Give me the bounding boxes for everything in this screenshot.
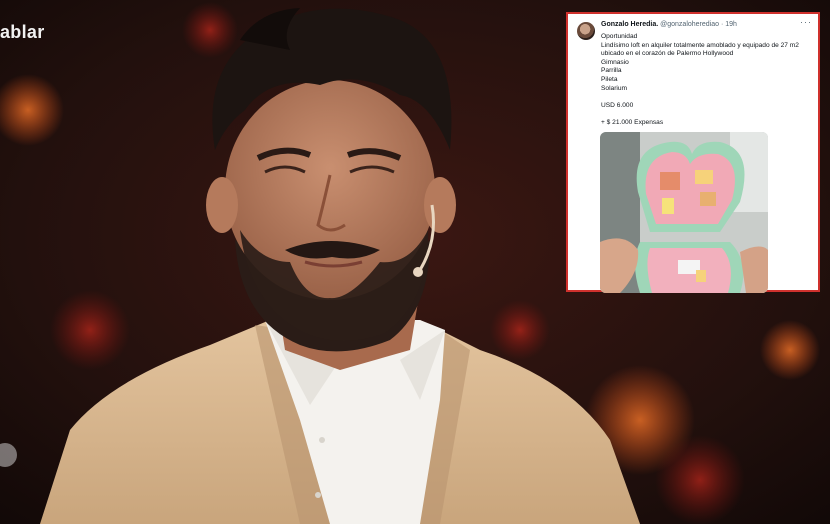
author-avatar [577, 22, 595, 40]
header-separator: · [720, 21, 724, 28]
broadcast-caption-text: ablar [0, 22, 45, 42]
tweet-line: Solarium [601, 84, 628, 92]
tweet-line: Lindísimo loft en alquiler totalmente am… [601, 41, 799, 49]
tweet-time: 19h [725, 21, 737, 28]
tweet-text: Oportunidad Lindísimo loft en alquiler t… [601, 33, 815, 128]
author-name: Gonzalo Heredia. [601, 21, 659, 28]
tweet-line: ubicado en el corazón de Palermo Hollywo… [601, 50, 734, 58]
tweet-header: Gonzalo Heredia. @gonzaloherediao · 19h [601, 21, 737, 28]
video-frame: ablar Gonzalo Heredia. @gonzaloherediao … [0, 0, 830, 524]
polly-pocket-toy-image [600, 132, 768, 293]
more-dots-icon: ··· [800, 17, 812, 27]
tweet-card: Gonzalo Heredia. @gonzaloherediao · 19h … [566, 12, 820, 293]
tweet-line: USD 6.000 [601, 101, 634, 109]
tweet-line: Gimnasio [601, 58, 629, 66]
author-handle: @gonzaloherediao [660, 21, 720, 28]
tweet-photo [600, 132, 768, 293]
tweet-line: + $ 21.000 Expensas [601, 118, 664, 126]
tweet-line: Parrilla [601, 67, 622, 75]
tweet-line: Oportunidad [601, 33, 638, 40]
tweet-line: Pileta [601, 75, 618, 83]
